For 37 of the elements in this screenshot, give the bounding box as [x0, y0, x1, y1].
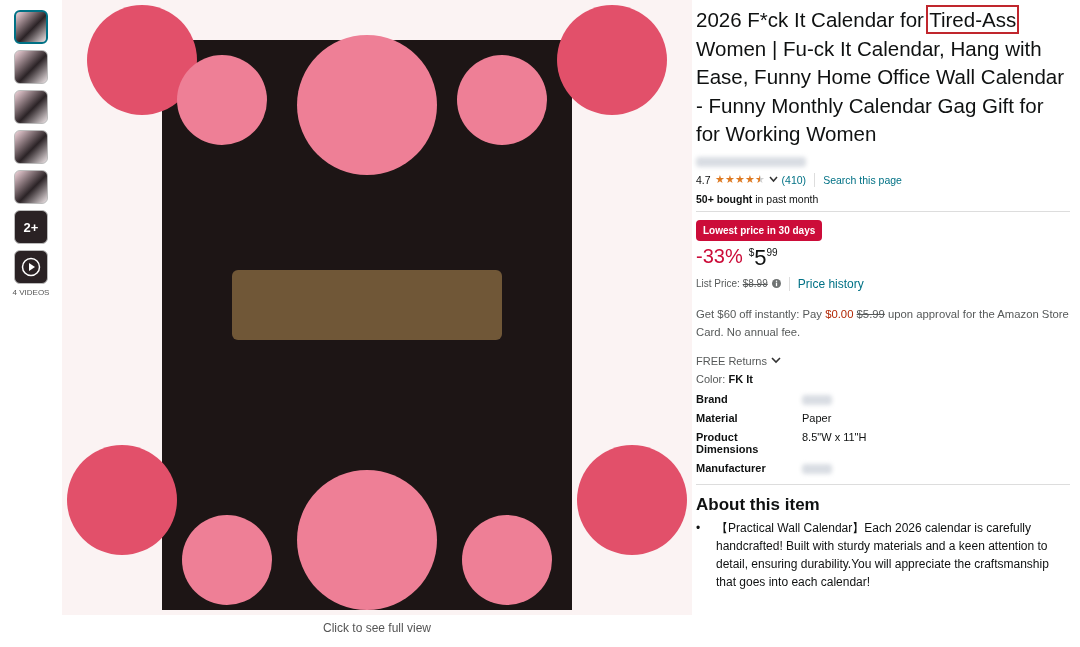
info-icon[interactable] [771, 279, 781, 288]
deal-badge: Lowest price in 30 days [696, 219, 823, 241]
image-thumbnail[interactable] [14, 170, 48, 204]
image-thumbnail[interactable] [14, 90, 48, 124]
bought-count: 50+ bought in past month [696, 192, 819, 205]
spec-label: Brand [696, 392, 729, 405]
spec-value: 8.5"W x 11"H [802, 430, 868, 445]
image-thumbnail[interactable] [14, 50, 48, 84]
blurred-spec-value [802, 394, 832, 405]
spec-label: Product Dimensions [696, 430, 760, 455]
price-history-link[interactable]: Price history [797, 276, 864, 291]
search-page-link[interactable]: Search this page [823, 173, 902, 186]
image-thumbnail[interactable] [14, 130, 48, 164]
color-selection: Color: FK It [696, 372, 753, 385]
rating-value: 4.7 [696, 173, 711, 186]
blurred-spec-value [802, 463, 832, 474]
chevron-down-icon[interactable] [768, 176, 778, 183]
store-card-offer: Get $60 off instantly: Pay $0.00 $5.99 upon approval for the Amazon Store Card. No annual fee. [696, 306, 1070, 340]
more-images-thumbnail[interactable]: 2+ [14, 210, 48, 244]
discount-percent: -33% [696, 244, 743, 268]
chevron-down-icon[interactable] [770, 357, 781, 364]
image-thumbnail[interactable] [14, 10, 48, 44]
spec-value: Paper [802, 411, 833, 424]
free-returns-link[interactable]: FREE Returns [696, 354, 767, 367]
about-heading: About this item [696, 483, 1070, 515]
spec-label: Manufacturer [696, 461, 767, 474]
about-bullet: 【Practical Wall Calendar】Each 2026 calendar is carefully handcrafted! Built with sturdy materials and a keen attention to detail, ensuring durability.You will appreciate the craftsmanship that goes into each calendar! [716, 519, 1050, 591]
play-icon [21, 257, 41, 277]
bullet-marker: • [696, 519, 702, 537]
video-thumbnail[interactable] [14, 250, 48, 284]
videos-count: 4 VIDEOS [12, 288, 50, 297]
product-title: 2026 F*ck It Calendar for Tired-Ass Women | Fu-ck It Calendar, Hang with Ease, Funny Home Office Wall Calendar - Funny Monthly Calendar Gag Gift for for Working Women [696, 6, 1070, 149]
review-count-link[interactable]: (410) [781, 173, 807, 186]
full-view-link[interactable]: Click to see full view [322, 621, 431, 635]
spec-label: Material [696, 411, 739, 424]
list-price: List Price: $8.99 [696, 278, 768, 289]
star-rating: ★★★★★ [714, 174, 765, 185]
